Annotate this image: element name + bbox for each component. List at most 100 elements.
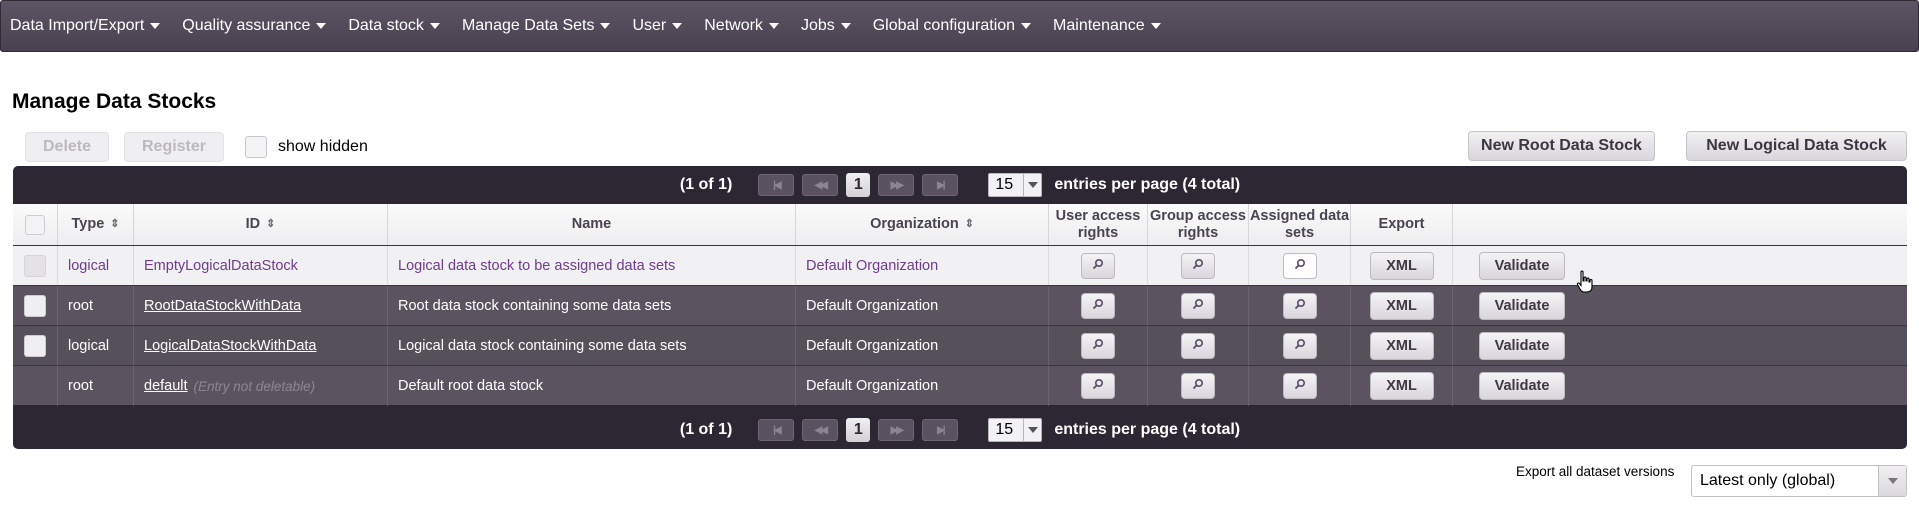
group-access-rights-button[interactable] — [1181, 333, 1215, 359]
menu-label: Data Import/Export — [10, 17, 145, 34]
select-all-checkbox[interactable] — [25, 214, 45, 235]
export-xml-button[interactable]: XML — [1369, 372, 1434, 400]
menu-user[interactable]: User — [629, 13, 685, 39]
user-access-rights-button[interactable] — [1081, 253, 1115, 279]
next-page-icon[interactable]: ▶▶ — [878, 419, 915, 441]
menu-manage-data-sets[interactable]: Manage Data Sets — [459, 13, 614, 39]
organization-cell: Default Organization — [796, 286, 1049, 326]
prev-page-icon[interactable]: ◀◀ — [802, 419, 839, 441]
assigned-data-sets-button[interactable] — [1282, 373, 1317, 399]
menu-quality-assurance[interactable]: Quality assurance — [179, 13, 329, 39]
row-checkbox[interactable] — [24, 255, 46, 277]
column-label: Export — [1378, 216, 1425, 232]
show-hidden-label: show hidden — [278, 138, 368, 155]
validate-button[interactable]: Validate — [1479, 332, 1565, 360]
rows-per-page-select[interactable]: 15 — [988, 173, 1043, 197]
rows-per-page-select[interactable]: 15 — [988, 418, 1043, 442]
pager-top: (1 of 1) |◀ ◀◀ 1 ▶▶ ▶| 15 entries per pa… — [13, 166, 1907, 204]
next-page-icon[interactable]: ▶▶ — [878, 174, 915, 196]
data-stock-link[interactable]: default — [144, 378, 188, 394]
menu-jobs[interactable]: Jobs — [798, 13, 854, 39]
data-stock-link[interactable]: EmptyLogicalDataStock — [144, 258, 298, 274]
assigned-data-sets-button[interactable] — [1282, 333, 1317, 359]
column-header-export: Export — [1351, 204, 1453, 245]
not-deletable-note: (Entry not deletable) — [193, 378, 316, 394]
last-page-icon[interactable]: ▶| — [922, 419, 959, 441]
group-access-cell — [1148, 366, 1249, 406]
export-xml-button[interactable]: XML — [1369, 332, 1434, 360]
new-logical-data-stock-button[interactable]: New Logical Data Stock — [1686, 131, 1907, 161]
validate-button[interactable]: Validate — [1479, 372, 1565, 400]
actions-cell: Validate — [1453, 246, 1907, 286]
caret-down-icon — [768, 23, 779, 29]
column-header-assigned-data-sets: Assigned data sets — [1249, 204, 1351, 245]
validate-button[interactable]: Validate — [1479, 292, 1565, 320]
first-page-icon[interactable]: |◀ — [758, 174, 795, 196]
table-row[interactable]: root RootDataStockWithData Root data sto… — [13, 285, 1907, 326]
page-number-button[interactable]: 1 — [846, 418, 871, 442]
menu-data-stock[interactable]: Data stock — [345, 13, 443, 39]
delete-button[interactable]: Delete — [25, 132, 109, 162]
column-header-organization[interactable]: Organization ⇕ — [796, 204, 1049, 245]
table-row[interactable]: root default (Entry not deletable) Defaul… — [13, 365, 1907, 406]
data-stock-link[interactable]: RootDataStockWithData — [144, 298, 301, 314]
column-header-id[interactable]: ID ⇕ — [134, 204, 388, 245]
user-access-cell — [1049, 366, 1148, 406]
magnifier-icon — [1092, 378, 1104, 394]
group-access-rights-button[interactable] — [1181, 253, 1215, 279]
magnifier-icon — [1294, 378, 1306, 394]
export-xml-button[interactable]: XML — [1369, 292, 1434, 320]
last-page-icon[interactable]: ▶| — [922, 174, 959, 196]
type-cell: root — [58, 366, 134, 406]
register-button[interactable]: Register — [124, 132, 224, 162]
group-access-cell — [1148, 326, 1249, 366]
page-info: (1 of 1) — [679, 421, 733, 438]
export-cell: XML — [1351, 246, 1453, 286]
export-versions-select[interactable]: Latest only (global) — [1691, 465, 1907, 497]
sort-icon: ⇕ — [964, 218, 974, 230]
type-cell: logical — [58, 246, 134, 286]
menu-label: Maintenance — [1053, 17, 1145, 34]
actions-cell: Validate — [1453, 286, 1907, 326]
menu-global-configuration[interactable]: Global configuration — [870, 13, 1034, 39]
group-access-rights-button[interactable] — [1181, 293, 1215, 319]
group-access-rights-button[interactable] — [1181, 373, 1215, 399]
row-checkbox[interactable] — [24, 335, 46, 357]
menu-data-import-export[interactable]: Data Import/Export — [7, 13, 163, 39]
prev-page-icon[interactable]: ◀◀ — [802, 174, 839, 196]
table-row[interactable]: logical EmptyLogicalDataStock Logical da… — [13, 245, 1907, 286]
export-all-label: Export all dataset versions — [1516, 464, 1675, 479]
table-row[interactable]: logical LogicalDataStockWithData Logical… — [13, 325, 1907, 366]
export-xml-button[interactable]: XML — [1369, 252, 1434, 280]
user-access-rights-button[interactable] — [1081, 293, 1115, 319]
first-page-icon[interactable]: |◀ — [758, 419, 795, 441]
user-access-rights-button[interactable] — [1081, 373, 1115, 399]
column-header-name: Name — [388, 204, 796, 245]
chevron-down-icon — [1878, 466, 1906, 496]
menu-network[interactable]: Network — [701, 13, 782, 39]
validate-button[interactable]: Validate — [1479, 252, 1565, 280]
new-root-data-stock-button[interactable]: New Root Data Stock — [1468, 131, 1655, 161]
page-info: (1 of 1) — [679, 176, 733, 193]
menu-maintenance[interactable]: Maintenance — [1050, 13, 1164, 39]
caret-down-icon — [1021, 23, 1032, 29]
row-checkbox[interactable] — [24, 295, 46, 317]
data-stock-link[interactable]: LogicalDataStockWithData — [144, 338, 316, 354]
menu-label: Quality assurance — [182, 17, 311, 34]
row-select-cell — [13, 326, 58, 366]
assigned-data-sets-button[interactable] — [1282, 253, 1317, 279]
show-hidden-checkbox[interactable] — [245, 136, 267, 158]
caret-down-icon — [150, 23, 161, 29]
chevron-down-icon — [1023, 419, 1041, 441]
column-label: Assigned data sets — [1249, 207, 1350, 241]
row-select-cell — [13, 286, 58, 326]
actions-cell: Validate — [1453, 326, 1907, 366]
user-access-rights-button[interactable] — [1081, 333, 1115, 359]
page-number-button[interactable]: 1 — [846, 173, 871, 197]
assigned-data-sets-button[interactable] — [1282, 293, 1317, 319]
column-header-type[interactable]: Type ⇕ — [58, 204, 134, 245]
column-label: Group access rights — [1150, 207, 1246, 241]
organization-cell: Default Organization — [796, 366, 1049, 406]
magnifier-icon — [1192, 258, 1204, 274]
export-cell: XML — [1351, 326, 1453, 366]
